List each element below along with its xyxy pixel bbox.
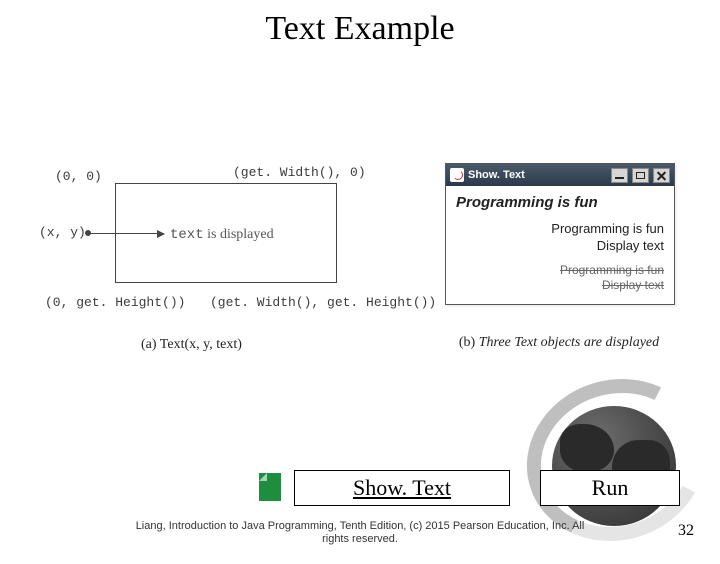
minimize-icon [611,168,628,183]
coord-topright: (get. Width(), 0) [233,165,366,180]
run-label: Run [592,475,629,501]
coordinate-diagram: (0, 0) (get. Width(), 0) (x, y) text is … [45,165,435,365]
coord-xy: (x, y) [39,225,86,240]
coord-bottomleft: (0, get. Height()) [45,295,185,310]
diagram-text-rest: is displayed [204,227,274,242]
window-caption: (b) Three Text objects are displayed [429,335,689,351]
window-caption-text: Three Text objects are displayed [479,335,659,350]
window-caption-label: (b) [459,335,479,350]
footer-line1: Liang, Introduction to Java Programming,… [136,520,585,532]
diagram-text-code: text [170,227,204,243]
footer-copyright: Liang, Introduction to Java Programming,… [0,520,720,546]
run-button[interactable]: Run [540,470,680,506]
coord-bottomright: (get. Width(), get. Height()) [210,295,436,310]
globe-decoration [526,380,706,540]
java-icon [450,168,464,182]
window-title: Show. Text [468,169,525,181]
globe-earth [552,406,676,526]
text-object-3: Programming is fun Display text [456,263,664,294]
window-body: Programming is fun Programming is fun Di… [446,186,674,304]
diagram-caption: (a) Text(x, y, text) [141,337,242,353]
page-number: 32 [678,522,694,540]
example-window: Show. Text Programming is fun Programmin… [445,163,675,305]
diagram-text-label: text is displayed [170,227,274,243]
diagram-arrow [89,233,164,234]
showtext-button[interactable]: Show. Text [294,470,510,506]
close-icon [653,168,670,183]
maximize-icon [632,168,649,183]
document-icon [255,473,283,505]
text-object-2b: Display text [597,238,664,253]
footer-line2: rights reserved. [322,533,398,545]
coord-origin: (0, 0) [55,169,102,184]
text-object-3b: Display text [602,278,664,292]
page-title: Text Example [0,10,720,48]
showtext-label: Show. Text [353,475,451,501]
text-object-3a: Programming is fun [560,263,664,277]
figure-area: (0, 0) (get. Width(), 0) (x, y) text is … [45,165,675,385]
text-object-1: Programming is fun [456,194,664,211]
titlebar: Show. Text [446,164,674,186]
text-object-2: Programming is fun Display text [456,221,664,255]
text-object-2a: Programming is fun [551,221,664,236]
